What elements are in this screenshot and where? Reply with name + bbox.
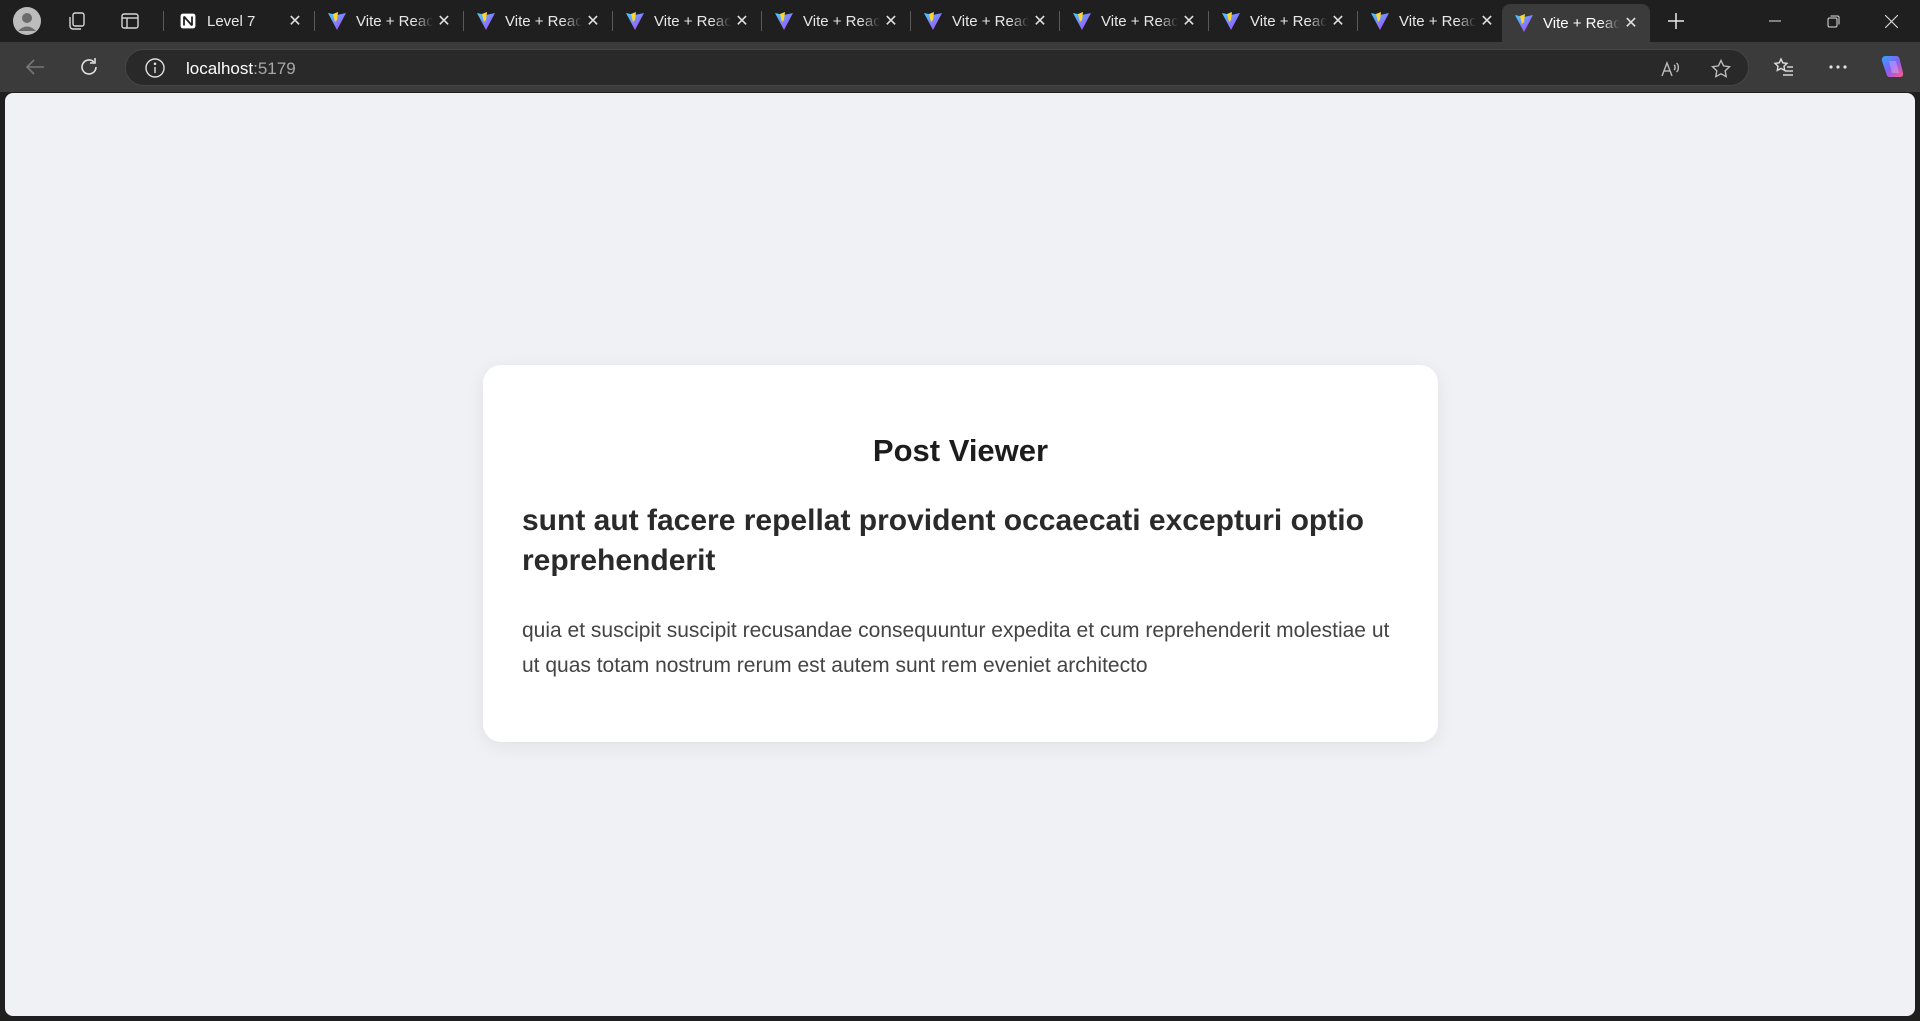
tab-vite-react[interactable]: Vite + React ✕ [1358, 4, 1506, 38]
read-aloud-icon [1661, 61, 1680, 77]
restore-icon [1827, 15, 1839, 27]
tab-vite-react[interactable]: Vite + React ✕ [1209, 4, 1357, 38]
tab-vite-react[interactable]: Vite + React ✕ [911, 4, 1059, 38]
vite-icon [1072, 11, 1092, 31]
plus-icon [1668, 13, 1684, 29]
close-tab-icon[interactable]: ✕ [1620, 12, 1642, 34]
vertical-tabs-icon [121, 13, 139, 29]
close-tab-icon[interactable]: ✕ [284, 10, 306, 32]
more-dots-icon [1829, 65, 1847, 69]
vite-icon [774, 11, 794, 31]
tab-title: Vite + React [803, 12, 880, 30]
page-title: Post Viewer [872, 433, 1049, 468]
tab-title: Vite + React [1399, 12, 1476, 30]
tab-vite-react[interactable]: Vite + React ✕ [315, 4, 463, 38]
tab-title: Vite + React [952, 12, 1029, 30]
close-tab-icon[interactable]: ✕ [582, 10, 604, 32]
vite-icon [476, 11, 496, 31]
vite-icon [625, 11, 645, 31]
back-button[interactable] [17, 49, 53, 85]
close-tab-icon[interactable]: ✕ [1327, 10, 1349, 32]
tab-title: Vite + React [1543, 14, 1620, 32]
close-tab-icon[interactable]: ✕ [1178, 10, 1200, 32]
site-info-icon[interactable] [144, 57, 166, 79]
workspaces-icon [69, 12, 85, 30]
notion-icon [178, 11, 198, 31]
tab-vite-react-active[interactable]: Vite + React ✕ [1502, 4, 1650, 42]
vite-icon [1221, 11, 1241, 31]
favorite-button[interactable] [1708, 56, 1734, 82]
close-tab-icon[interactable]: ✕ [1476, 10, 1498, 32]
read-aloud-button[interactable] [1657, 56, 1683, 82]
tab-vite-react[interactable]: Vite + React ✕ [762, 4, 910, 38]
url-text[interactable]: localhost:5179 [186, 59, 296, 79]
close-window-button[interactable] [1862, 0, 1920, 42]
profile-avatar-button[interactable] [10, 4, 44, 38]
post-body: quia et suscipit suscipit recusandae con… [522, 619, 1390, 677]
post-title: sunt aut facere repellat provident occae… [522, 504, 1364, 577]
page-viewport: Post Viewer sunt aut facere repellat pro… [5, 93, 1915, 1016]
vite-icon [923, 11, 943, 31]
minimize-icon [1769, 20, 1781, 22]
tab-vite-react[interactable]: Vite + React ✕ [464, 4, 612, 38]
tab-level-7[interactable]: Level 7 ✕ [166, 4, 314, 38]
url-host: localhost [186, 59, 254, 78]
tab-title: Vite + React [356, 12, 433, 30]
tab-vite-react[interactable]: Vite + React ✕ [1060, 4, 1208, 38]
profile-icon [13, 7, 41, 35]
navigation-toolbar: localhost:5179 [0, 42, 1920, 92]
workspaces-button[interactable] [60, 4, 94, 38]
close-icon [1884, 14, 1898, 28]
post-card: Post Viewer sunt aut facere repellat pro… [483, 365, 1438, 742]
tab-separator [163, 11, 164, 31]
favorites-list-icon [1773, 57, 1793, 76]
tab-actions-button[interactable] [113, 4, 147, 38]
tab-strip: Level 7 ✕ Vite + React ✕ Vite + React ✕ … [0, 0, 1920, 42]
tab-title: Vite + React [654, 12, 731, 30]
close-tab-icon[interactable]: ✕ [1029, 10, 1051, 32]
tab-title: Vite + React [505, 12, 582, 30]
restore-button[interactable] [1804, 0, 1862, 42]
tab-title: Vite + React [1101, 12, 1178, 30]
new-tab-button[interactable] [1659, 4, 1693, 38]
url-port: :5179 [253, 59, 296, 78]
refresh-button[interactable] [71, 49, 107, 85]
vite-icon [1514, 13, 1534, 33]
close-tab-icon[interactable]: ✕ [731, 10, 753, 32]
address-bar[interactable]: localhost:5179 [125, 49, 1749, 86]
close-tab-icon[interactable]: ✕ [433, 10, 455, 32]
vite-icon [1370, 11, 1390, 31]
refresh-icon [81, 58, 97, 75]
settings-more-button[interactable] [1820, 49, 1856, 85]
close-tab-icon[interactable]: ✕ [880, 10, 902, 32]
favorites-button[interactable] [1766, 49, 1802, 85]
copilot-button[interactable] [1874, 49, 1910, 85]
copilot-icon [1881, 56, 1904, 77]
star-icon [1710, 58, 1732, 78]
tab-title: Vite + React [1250, 12, 1327, 30]
tab-vite-react[interactable]: Vite + React ✕ [613, 4, 761, 38]
back-arrow-icon [25, 59, 44, 75]
vite-icon [327, 11, 347, 31]
tab-title: Level 7 [207, 12, 256, 30]
minimize-button[interactable] [1746, 0, 1804, 42]
